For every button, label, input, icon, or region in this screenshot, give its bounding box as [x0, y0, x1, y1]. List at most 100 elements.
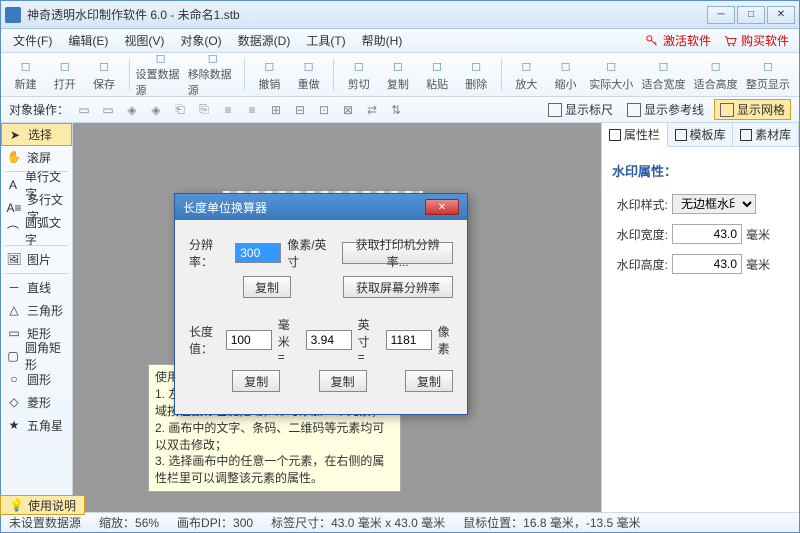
zoomout-icon: ◻ — [557, 57, 575, 75]
cart-icon — [723, 34, 737, 48]
get-screen-res-button[interactable]: 获取屏幕分辨率 — [343, 276, 453, 298]
dialog-titlebar[interactable]: 长度单位换算器 ✕ — [175, 194, 467, 220]
tool-pan[interactable]: ✋滚屏 — [1, 146, 72, 169]
opt-icon[interactable]: ⇅ — [387, 101, 405, 119]
menu-datasource[interactable]: 数据源(D) — [230, 30, 299, 51]
opt-icon[interactable]: ⊡ — [315, 101, 333, 119]
opt-icon[interactable]: ◈ — [123, 101, 141, 119]
fitpage-icon: ◻ — [759, 57, 777, 75]
copy-res-button[interactable]: 复制 — [243, 276, 291, 298]
watermark-width-input[interactable] — [672, 224, 742, 244]
menu-object[interactable]: 对象(O) — [172, 30, 229, 51]
tab-templates[interactable]: 模板库 — [668, 123, 734, 146]
tool-arctext[interactable]: ⌒圆弧文字 — [1, 220, 72, 243]
opt-icon[interactable]: ⇄ — [363, 101, 381, 119]
get-printer-res-button[interactable]: 获取打印机分辨率... — [342, 242, 453, 264]
unit-label: 毫米 — [746, 256, 770, 273]
tool-circle[interactable]: ○圆形 — [1, 368, 72, 391]
tb-delete[interactable]: ◻删除 — [458, 55, 495, 95]
toggle-ruler[interactable]: 显示标尺 — [544, 101, 617, 118]
opt-icon[interactable]: ▭ — [75, 101, 93, 119]
status-datasource: 未设置数据源 — [9, 514, 81, 531]
menu-help[interactable]: 帮助(H) — [354, 30, 411, 51]
watermark-style-select[interactable]: 无边框水印 — [672, 194, 756, 214]
tb-open[interactable]: ◻打开 — [46, 55, 83, 95]
watermark-height-input[interactable] — [672, 254, 742, 274]
inch-input[interactable] — [306, 330, 352, 350]
opt-icon[interactable]: ▭ — [99, 101, 117, 119]
maximize-button[interactable]: □ — [737, 6, 765, 24]
tb-fitw[interactable]: ◻适合宽度 — [638, 55, 688, 95]
undo-icon: ◻ — [260, 57, 278, 75]
tb-cut[interactable]: ◻剪切 — [340, 55, 377, 95]
tb-undo[interactable]: ◻撤销 — [251, 55, 288, 95]
close-button[interactable]: ✕ — [767, 6, 795, 24]
copy-px-button[interactable]: 复制 — [405, 370, 453, 392]
tb-copy[interactable]: ◻复制 — [379, 55, 416, 95]
minimize-button[interactable]: ─ — [707, 6, 735, 24]
tool-diamond[interactable]: ◇菱形 — [1, 391, 72, 414]
tab-properties[interactable]: 属性栏 — [602, 123, 668, 147]
app-icon — [5, 7, 21, 23]
opt-icon[interactable]: ≡ — [243, 101, 261, 119]
toggle-guides[interactable]: 显示参考线 — [623, 101, 708, 118]
tb-fith[interactable]: ◻适合高度 — [691, 55, 741, 95]
tool-star[interactable]: ★五角星 — [1, 414, 72, 437]
grid-icon — [720, 103, 734, 117]
hint-tab[interactable]: 💡 使用说明 — [0, 495, 85, 515]
px-input[interactable] — [386, 330, 432, 350]
mm-input[interactable] — [226, 330, 272, 350]
opt-icon[interactable]: ⊞ — [267, 101, 285, 119]
datasource-icon: ◻ — [152, 51, 170, 65]
tb-zoomout[interactable]: ◻缩小 — [547, 55, 584, 95]
tb-zoomin[interactable]: ◻放大 — [508, 55, 545, 95]
tb-save[interactable]: ◻保存 — [85, 55, 122, 95]
tool-triangle[interactable]: △三角形 — [1, 299, 72, 322]
menu-edit[interactable]: 编辑(E) — [60, 30, 116, 51]
opt-icon[interactable]: ⎘ — [195, 101, 213, 119]
diamond-icon: ◇ — [7, 395, 21, 409]
dlg-unit: 英寸 = — [358, 316, 380, 364]
triangle-icon: △ — [7, 303, 21, 317]
tb-paste[interactable]: ◻粘贴 — [418, 55, 455, 95]
copy-mm-button[interactable]: 复制 — [232, 370, 280, 392]
new-icon: ◻ — [17, 57, 35, 75]
tool-line[interactable]: ─直线 — [1, 276, 72, 299]
tb-fitpage[interactable]: ◻整页显示 — [743, 55, 793, 95]
activate-link[interactable]: 激活软件 — [639, 32, 717, 49]
dlg-label: 分辨率： — [189, 236, 229, 270]
tool-image[interactable]: 🖼图片 — [1, 248, 72, 271]
dialog-title: 长度单位换算器 — [183, 199, 267, 216]
opt-icon[interactable]: ⊟ — [291, 101, 309, 119]
tb-datasource[interactable]: ◻设置数据源 — [135, 55, 185, 95]
opt-icon[interactable]: ⊠ — [339, 101, 357, 119]
fitw-icon: ◻ — [654, 57, 672, 75]
options-bar: 对象操作： ▭ ▭ ◈ ◈ ⎗ ⎘ ≡ ≡ ⊞ ⊟ ⊡ ⊠ ⇄ ⇅ 显示标尺 显… — [1, 97, 799, 123]
tb-removeds[interactable]: ◻移除数据源 — [188, 55, 238, 95]
tb-redo[interactable]: ◻重做 — [290, 55, 327, 95]
menubar: 文件(F) 编辑(E) 视图(V) 对象(O) 数据源(D) 工具(T) 帮助(… — [1, 29, 799, 53]
toggle-grid[interactable]: 显示网格 — [714, 99, 791, 120]
buy-link[interactable]: 购买软件 — [717, 32, 795, 49]
dialog-close-button[interactable]: ✕ — [425, 199, 459, 215]
tb-actual[interactable]: ◻实际大小 — [586, 55, 636, 95]
statusbar: 未设置数据源 缩放：56% 画布DPI：300 标签尺寸：43.0 毫米 x 4… — [1, 512, 799, 532]
opt-icon[interactable]: ⎗ — [171, 101, 189, 119]
dlg-unit: 毫米 = — [278, 316, 300, 364]
menu-view[interactable]: 视图(V) — [116, 30, 172, 51]
props-icon — [609, 129, 621, 141]
menu-tools[interactable]: 工具(T) — [298, 30, 353, 51]
opt-icon[interactable]: ◈ — [147, 101, 165, 119]
menu-file[interactable]: 文件(F) — [5, 30, 60, 51]
tab-assets[interactable]: 素材库 — [733, 123, 799, 146]
unit-converter-dialog: 长度单位换算器 ✕ 分辨率： 像素/英寸 获取打印机分辨率... 复制 获取屏幕… — [174, 193, 468, 415]
redo-icon: ◻ — [300, 57, 318, 75]
tb-new[interactable]: ◻新建 — [7, 55, 44, 95]
resolution-input[interactable] — [235, 243, 281, 263]
ruler-icon — [548, 103, 562, 117]
tool-select[interactable]: ➤选择 — [1, 123, 72, 146]
circle-icon: ○ — [7, 372, 21, 386]
tool-roundrect[interactable]: ▢圆角矩形 — [1, 345, 72, 368]
opt-icon[interactable]: ≡ — [219, 101, 237, 119]
copy-inch-button[interactable]: 复制 — [319, 370, 367, 392]
